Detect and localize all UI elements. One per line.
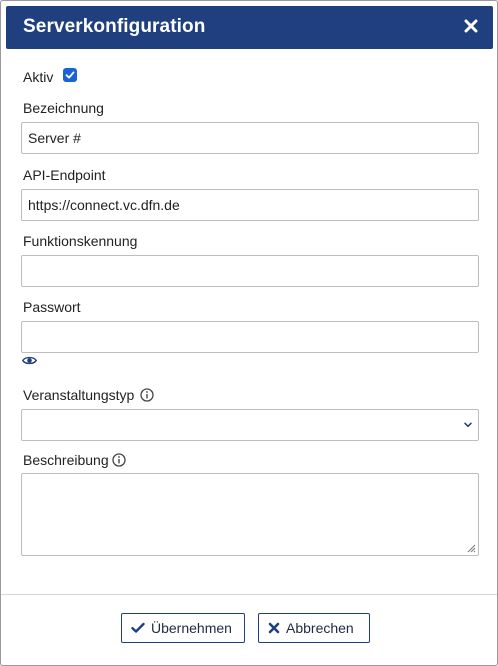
eye-icon[interactable] (22, 355, 37, 366)
name-label: Bezeichnung (23, 100, 104, 116)
name-input-value: Server # (28, 130, 81, 146)
apply-button-label: Übernehmen (151, 620, 232, 636)
info-icon[interactable] (112, 453, 126, 467)
function-id-label: Funktionskennung (23, 233, 138, 249)
active-label: Aktiv (23, 69, 54, 85)
api-endpoint-label: API-Endpoint (23, 167, 106, 183)
active-checkbox[interactable] (63, 68, 77, 82)
close-icon[interactable] (459, 14, 483, 38)
password-input[interactable] (21, 321, 479, 353)
footer-divider (1, 594, 497, 595)
api-endpoint-input[interactable]: https://connect.vc.dfn.de (21, 189, 479, 221)
chevron-down-icon (464, 422, 472, 428)
resize-grip-icon[interactable] (466, 543, 476, 553)
event-type-select[interactable] (21, 409, 479, 441)
cancel-button[interactable]: Abbrechen (258, 613, 370, 643)
event-type-label: Veranstaltungstyp (23, 387, 135, 403)
server-config-dialog: Serverkonfiguration Aktiv Bezeichnung Se… (0, 0, 498, 666)
api-endpoint-input-value: https://connect.vc.dfn.de (28, 197, 180, 213)
x-icon (268, 622, 280, 634)
dialog-title: Serverkonfiguration (23, 16, 206, 37)
function-id-input[interactable] (21, 255, 479, 287)
apply-button[interactable]: Übernehmen (121, 613, 245, 643)
info-icon[interactable] (140, 388, 154, 402)
dialog-header: Serverkonfiguration (6, 6, 493, 49)
checkmark-icon (65, 71, 75, 79)
name-input[interactable]: Server # (21, 122, 479, 154)
description-textarea[interactable] (21, 473, 479, 556)
description-label: Beschreibung (23, 452, 109, 468)
password-label: Passwort (23, 299, 81, 315)
check-icon (131, 622, 145, 633)
cancel-button-label: Abbrechen (286, 620, 354, 636)
